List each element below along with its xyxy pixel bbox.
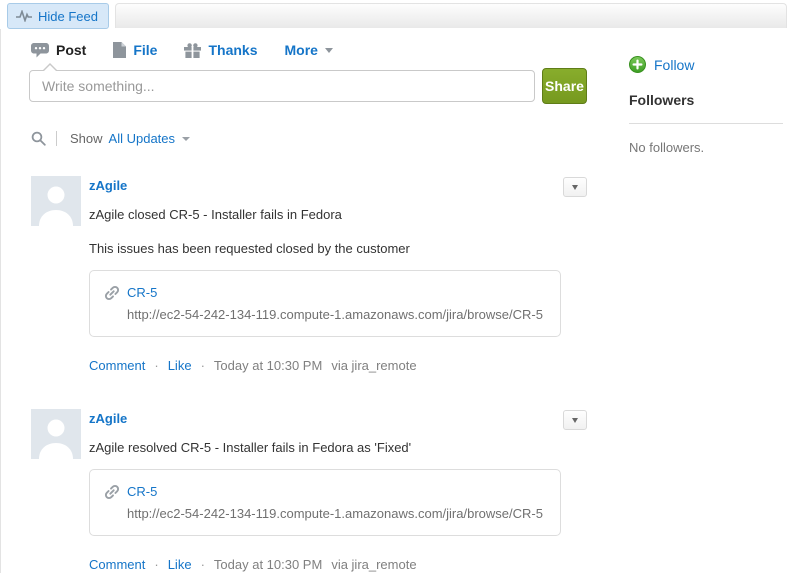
feed-filter-select[interactable]: All Updates	[109, 131, 190, 146]
post-author-link[interactable]: zAgile	[89, 176, 127, 193]
attachment-title-link[interactable]: CR-5	[127, 285, 543, 300]
hide-feed-tab[interactable]: Hide Feed	[7, 3, 109, 29]
attachment-card[interactable]: CR-5 http://ec2-54-242-134-119.compute-1…	[89, 270, 561, 337]
feed-filter-row: Show All Updates	[31, 131, 587, 146]
feed-item: zAgile zAgile resolved CR-5 - Installer …	[31, 409, 587, 572]
tabstrip-spacer	[115, 3, 787, 28]
post-author-link[interactable]: zAgile	[89, 409, 127, 426]
attachment-url: http://ec2-54-242-134-119.compute-1.amaz…	[127, 506, 543, 521]
sidebar-divider	[629, 123, 783, 124]
post-menu-button[interactable]	[563, 410, 587, 430]
followers-sidebar: Follow Followers No followers.	[587, 29, 787, 573]
dot-separator: ·	[154, 557, 158, 572]
post-headline: zAgile closed CR-5 - Installer fails in …	[89, 207, 587, 222]
show-label: Show	[70, 131, 103, 146]
tab-post[interactable]: Post	[31, 42, 86, 58]
filter-divider	[56, 131, 57, 146]
feed-item: zAgile zAgile closed CR-5 - Installer fa…	[31, 176, 587, 373]
dot-separator: ·	[201, 358, 205, 373]
post-via: via jira_remote	[331, 358, 416, 373]
feed-filter-value: All Updates	[109, 131, 175, 146]
follow-button[interactable]: Follow	[629, 56, 783, 73]
follow-label: Follow	[654, 57, 694, 73]
like-link[interactable]: Like	[168, 358, 192, 373]
tab-file-label: File	[133, 42, 157, 58]
feed-tabstrip: Hide Feed	[0, 0, 787, 29]
link-icon	[104, 285, 120, 301]
followers-heading: Followers	[629, 92, 783, 108]
comment-link[interactable]: Comment	[89, 358, 145, 373]
avatar[interactable]	[31, 409, 81, 459]
post-actions: Comment · Like · Today at 10:30 PM via j…	[89, 557, 587, 572]
like-link[interactable]: Like	[168, 557, 192, 572]
tab-post-label: Post	[56, 42, 86, 58]
chat-bubble-icon	[31, 43, 49, 58]
post-body: This issues has been requested closed by…	[89, 241, 587, 256]
attachment-url: http://ec2-54-242-134-119.compute-1.amaz…	[127, 307, 543, 322]
composer-pointer-notch	[43, 63, 57, 70]
attachment-title-link[interactable]: CR-5	[127, 484, 543, 499]
post-actions: Comment · Like · Today at 10:30 PM via j…	[89, 358, 587, 373]
share-button[interactable]: Share	[542, 68, 587, 104]
tab-more-label: More	[284, 42, 317, 58]
search-icon[interactable]	[31, 131, 46, 146]
feed-list: zAgile zAgile closed CR-5 - Installer fa…	[31, 176, 587, 572]
post-headline: zAgile resolved CR-5 - Installer fails i…	[89, 440, 587, 455]
link-icon	[104, 484, 120, 500]
post-input[interactable]	[29, 70, 535, 102]
plus-circle-icon	[629, 56, 646, 73]
chevron-down-icon	[325, 48, 333, 53]
dot-separator: ·	[154, 358, 158, 373]
post-menu-button[interactable]	[563, 177, 587, 197]
chevron-down-icon	[182, 137, 190, 141]
hide-feed-label: Hide Feed	[38, 9, 98, 24]
gift-icon	[184, 43, 201, 58]
tab-more[interactable]: More	[284, 42, 332, 58]
avatar[interactable]	[31, 176, 81, 226]
post-via: via jira_remote	[331, 557, 416, 572]
tab-thanks-label: Thanks	[208, 42, 257, 58]
tab-file[interactable]: File	[113, 42, 157, 58]
attachment-card[interactable]: CR-5 http://ec2-54-242-134-119.compute-1…	[89, 469, 561, 536]
feed-main-column: Post File Thanks More	[1, 29, 587, 573]
comment-link[interactable]: Comment	[89, 557, 145, 572]
no-followers-text: No followers.	[629, 140, 783, 155]
chevron-down-icon	[572, 418, 578, 423]
tab-thanks[interactable]: Thanks	[184, 42, 257, 58]
composer-tabs: Post File Thanks More	[31, 42, 587, 58]
composer-row: Share	[29, 70, 587, 104]
file-icon	[113, 42, 126, 58]
dot-separator: ·	[201, 557, 205, 572]
chevron-down-icon	[572, 185, 578, 190]
post-timestamp[interactable]: Today at 10:30 PM	[214, 358, 322, 373]
pulse-icon	[16, 10, 32, 22]
post-timestamp[interactable]: Today at 10:30 PM	[214, 557, 322, 572]
